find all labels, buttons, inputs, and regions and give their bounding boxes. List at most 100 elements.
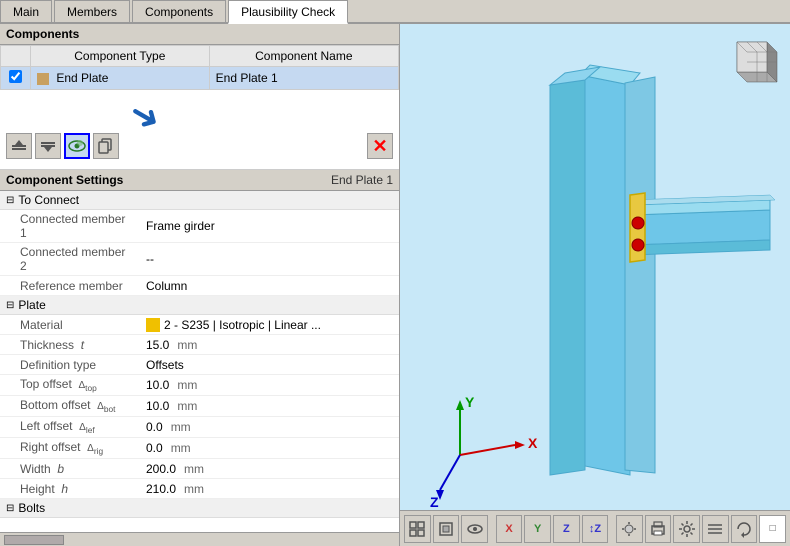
tab-main[interactable]: Main [0, 0, 52, 22]
unit-left-offset: mm [171, 420, 191, 434]
label-connected-member-2: Connected member 2 [0, 243, 140, 275]
group-plate-label: Plate [18, 298, 45, 312]
value-top-offset: 10.0 mm [140, 376, 399, 394]
components-section-header: Components [0, 24, 399, 45]
vp-print-btn[interactable] [645, 515, 672, 543]
component-type-cell: End Plate [31, 67, 210, 90]
vp-render-btn[interactable] [433, 515, 460, 543]
settings-title: Component Settings [6, 173, 123, 187]
row-left-offset: Left offset Δlef 0.0 mm [0, 417, 399, 438]
label-material: Material [0, 316, 140, 334]
component-toolbar-area: ➜ [0, 90, 399, 170]
row-connected-member-2: Connected member 2 -- [0, 243, 399, 276]
vp-settings-btn[interactable] [673, 515, 700, 543]
row-right-offset: Right offset Δrig 0.0 mm [0, 438, 399, 459]
label-bottom-offset: Bottom offset Δbot [0, 396, 140, 416]
vp-snap-btn[interactable] [404, 515, 431, 543]
svg-text:Z: Z [430, 494, 439, 510]
label-top-offset: Top offset Δtop [0, 375, 140, 395]
group-plate[interactable]: ⊟ Plate [0, 296, 399, 315]
label-connected-member-1: Connected member 1 [0, 210, 140, 242]
vp-eye-btn[interactable] [461, 515, 488, 543]
component-name-cell: End Plate 1 [209, 67, 398, 90]
toolbar-move-up-btn[interactable] [6, 133, 32, 159]
label-height: Height h [0, 480, 140, 498]
vp-extra-btn[interactable] [702, 515, 729, 543]
nav-cube[interactable] [722, 32, 782, 92]
horizontal-scrollbar[interactable] [0, 532, 399, 546]
collapse-bolts-icon[interactable]: ⊟ [6, 503, 14, 514]
scroll-thumb[interactable] [4, 535, 64, 545]
unit-width: mm [184, 462, 204, 476]
settings-header: Component Settings End Plate 1 [0, 170, 399, 191]
value-right-offset: 0.0 mm [140, 439, 399, 457]
settings-content[interactable]: ⊟ To Connect Connected member 1 Frame gi… [0, 191, 399, 532]
value-bottom-offset: 10.0 mm [140, 397, 399, 415]
icon-toolbar: ✕ [0, 133, 399, 159]
tab-plausibility-check[interactable]: Plausibility Check [228, 0, 348, 24]
row-width: Width b 200.0 mm [0, 459, 399, 479]
viewport-panel[interactable]: Y X Z [400, 24, 790, 546]
material-color-box [146, 318, 160, 332]
component-checkbox[interactable] [1, 67, 31, 90]
col-component-type: Component Type [31, 46, 210, 67]
label-thickness: Thickness t [0, 336, 140, 354]
vp-rotate-btn[interactable] [731, 515, 758, 543]
unit-bottom-offset: mm [177, 399, 197, 413]
label-width: Width b [0, 460, 140, 478]
row-bottom-offset: Bottom offset Δbot 10.0 mm [0, 396, 399, 417]
vp-light-btn[interactable] [616, 515, 643, 543]
value-thickness: 15.0 mm [140, 336, 399, 354]
group-to-connect[interactable]: ⊟ To Connect [0, 191, 399, 210]
vp-axis-z-btn[interactable]: Z [553, 515, 580, 543]
value-height: 210.0 mm [140, 480, 399, 498]
tab-bar: Main Members Components Plausibility Che… [0, 0, 790, 24]
toolbar-delete-btn[interactable]: ✕ [367, 133, 393, 159]
row-connected-member-1: Connected member 1 Frame girder [0, 210, 399, 243]
tab-components[interactable]: Components [132, 0, 226, 22]
settings-component-name: End Plate 1 [331, 173, 393, 187]
col-component-name: Component Name [209, 46, 398, 67]
row-thickness: Thickness t 15.0 mm [0, 335, 399, 355]
value-definition-type: Offsets [140, 356, 399, 374]
svg-text:X: X [528, 435, 538, 451]
tab-members[interactable]: Members [54, 0, 130, 22]
3d-scene: Y X Z [400, 24, 790, 546]
toolbar-view-btn[interactable] [64, 133, 90, 159]
component-row[interactable]: End Plate End Plate 1 [1, 67, 399, 90]
col-checkbox [1, 46, 31, 67]
group-bolts[interactable]: ⊟ Bolts [0, 499, 399, 518]
value-left-offset: 0.0 mm [140, 418, 399, 436]
group-bolts-label: Bolts [18, 501, 45, 515]
value-reference-member: Column [140, 277, 399, 295]
row-definition-type: Definition type Offsets [0, 355, 399, 375]
label-left-offset: Left offset Δlef [0, 417, 140, 437]
left-panel: Components Component Type Component Name [0, 24, 400, 546]
vp-axis-x-btn[interactable]: X [496, 515, 523, 543]
unit-thickness: mm [177, 338, 197, 352]
value-material: 2 - S235 | Isotropic | Linear ... [140, 316, 399, 334]
vp-white-bg-btn[interactable]: □ [759, 515, 786, 543]
unit-top-offset: mm [177, 378, 197, 392]
group-to-connect-label: To Connect [18, 193, 79, 207]
label-reference-member: Reference member [0, 277, 140, 295]
value-connected-member-1: Frame girder [140, 217, 399, 235]
row-reference-member: Reference member Column [0, 276, 399, 296]
value-connected-member-2: -- [140, 250, 399, 268]
unit-right-offset: mm [171, 441, 191, 455]
row-height: Height h 210.0 mm [0, 479, 399, 499]
unit-height: mm [184, 482, 204, 496]
collapse-to-connect-icon[interactable]: ⊟ [6, 195, 14, 206]
components-table: Component Type Component Name End Plate … [0, 45, 399, 90]
viewport-toolbar: X Y Z ↕Z [400, 510, 790, 546]
component-color-indicator [37, 73, 49, 85]
row-material: Material 2 - S235 | Isotropic | Linear .… [0, 315, 399, 335]
collapse-plate-icon[interactable]: ⊟ [6, 300, 14, 311]
toolbar-copy-btn[interactable] [93, 133, 119, 159]
label-right-offset: Right offset Δrig [0, 438, 140, 458]
row-top-offset: Top offset Δtop 10.0 mm [0, 375, 399, 396]
toolbar-move-down-btn[interactable] [35, 133, 61, 159]
material-value-text: 2 - S235 | Isotropic | Linear ... [164, 318, 321, 332]
vp-axis-y-btn[interactable]: Y [524, 515, 551, 543]
vp-axis-z2-btn[interactable]: ↕Z [582, 515, 609, 543]
